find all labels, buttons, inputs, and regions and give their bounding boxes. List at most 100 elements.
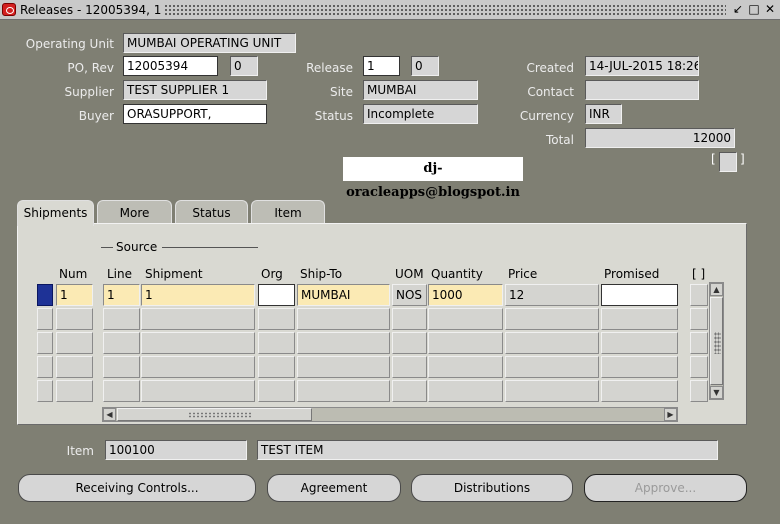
minimize-icon[interactable]: ↙ <box>731 2 745 17</box>
cell-uom[interactable] <box>392 380 427 402</box>
cell-shipment[interactable] <box>141 356 255 378</box>
cell-price[interactable] <box>505 332 599 354</box>
status-field[interactable]: Incomplete <box>363 104 478 124</box>
release-revision-field[interactable]: 0 <box>411 56 439 76</box>
cell-uom[interactable] <box>392 308 427 330</box>
cell-shipment[interactable]: 1 <box>141 284 255 306</box>
cell-price[interactable]: 12 <box>505 284 599 306</box>
cell-flex[interactable] <box>690 284 708 306</box>
cell-promised[interactable] <box>601 356 678 378</box>
cell-org[interactable] <box>258 284 295 306</box>
cell-line[interactable] <box>103 380 140 402</box>
po-rev-label: PO, Rev <box>67 61 114 75</box>
cell-line[interactable] <box>103 308 140 330</box>
cell-ship-to[interactable] <box>297 356 390 378</box>
vertical-scroll-thumb[interactable] <box>710 297 723 385</box>
agreement-button[interactable]: Agreement <box>267 474 401 502</box>
approve-button[interactable]: Approve... <box>584 474 747 502</box>
cell-shipment[interactable] <box>141 380 255 402</box>
cell-flex[interactable] <box>690 380 708 402</box>
cell-org[interactable] <box>258 308 295 330</box>
scroll-left-icon[interactable]: ◀ <box>103 408 116 421</box>
receiving-controls-button[interactable]: Receiving Controls... <box>18 474 256 502</box>
cell-ship-to[interactable] <box>297 308 390 330</box>
total-label: Total <box>545 133 574 147</box>
cell-quantity[interactable] <box>428 332 503 354</box>
scroll-down-icon[interactable]: ▼ <box>710 386 723 399</box>
cell-price[interactable] <box>505 356 599 378</box>
row-selector[interactable] <box>37 332 53 354</box>
cell-num[interactable]: 1 <box>56 284 93 306</box>
row-selector[interactable] <box>37 356 53 378</box>
site-field[interactable]: MUMBAI <box>363 80 478 100</box>
cell-flex[interactable] <box>690 308 708 330</box>
col-header-uom: UOM <box>395 267 424 281</box>
cell-flex[interactable] <box>690 332 708 354</box>
tab-status[interactable]: Status <box>175 200 248 224</box>
cell-line[interactable]: 1 <box>103 284 140 306</box>
distributions-button[interactable]: Distributions <box>411 474 573 502</box>
cell-num[interactable] <box>56 332 93 354</box>
window-title: Releases - 12005394, 1 <box>20 3 166 17</box>
cell-quantity[interactable]: 1000 <box>428 284 503 306</box>
cell-num[interactable] <box>56 380 93 402</box>
release-label: Release <box>306 61 353 75</box>
cell-promised[interactable] <box>601 308 678 330</box>
cell-org[interactable] <box>258 332 295 354</box>
cell-uom[interactable] <box>392 332 427 354</box>
cell-quantity[interactable] <box>428 356 503 378</box>
close-icon[interactable]: ✕ <box>763 2 777 17</box>
header-flex-field[interactable] <box>719 152 737 172</box>
cell-price[interactable] <box>505 380 599 402</box>
cell-promised[interactable] <box>601 284 678 306</box>
operating-unit-field[interactable]: MUMBAI OPERATING UNIT <box>123 33 296 53</box>
cell-promised[interactable] <box>601 332 678 354</box>
row-selector[interactable] <box>37 284 53 306</box>
release-number-field[interactable]: 1 <box>363 56 400 76</box>
vertical-scrollbar[interactable]: ▲ ▼ <box>709 282 724 400</box>
scroll-right-icon[interactable]: ▶ <box>664 408 677 421</box>
created-field[interactable]: 14-JUL-2015 18:26: <box>585 56 699 76</box>
buyer-field[interactable]: ORASUPPORT, <box>123 104 267 124</box>
cell-num[interactable] <box>56 308 93 330</box>
cell-ship-to[interactable] <box>297 332 390 354</box>
cell-shipment[interactable] <box>141 308 255 330</box>
total-field[interactable]: 12000 <box>585 128 735 148</box>
contact-field[interactable] <box>585 80 699 100</box>
cell-line[interactable] <box>103 356 140 378</box>
cell-num[interactable] <box>56 356 93 378</box>
receiving-controls-label: Receiving Controls... <box>75 481 199 495</box>
cell-promised[interactable] <box>601 380 678 402</box>
item-code-field[interactable]: 100100 <box>105 440 247 460</box>
po-revision-field[interactable]: 0 <box>230 56 258 76</box>
cell-uom[interactable]: NOS <box>392 284 427 306</box>
cell-price[interactable] <box>505 308 599 330</box>
col-header-price: Price <box>508 267 538 281</box>
horizontal-scrollbar[interactable]: ◀ ▶ <box>102 407 678 422</box>
cell-org[interactable] <box>258 380 295 402</box>
cell-line[interactable] <box>103 332 140 354</box>
contact-label: Contact <box>527 85 574 99</box>
cell-ship-to[interactable] <box>297 380 390 402</box>
po-number-field[interactable]: 12005394 <box>123 56 218 76</box>
cell-ship-to[interactable]: MUMBAI <box>297 284 390 306</box>
title-bar-grip[interactable] <box>160 4 726 15</box>
col-header-org: Org <box>261 267 283 281</box>
horizontal-scroll-thumb[interactable] <box>117 408 312 421</box>
currency-field[interactable]: INR <box>585 104 622 124</box>
cell-quantity[interactable] <box>428 380 503 402</box>
cell-org[interactable] <box>258 356 295 378</box>
item-description-field[interactable]: TEST ITEM <box>257 440 718 460</box>
row-selector[interactable] <box>37 308 53 330</box>
maximize-icon[interactable]: □ <box>747 2 761 17</box>
scroll-up-icon[interactable]: ▲ <box>710 283 723 296</box>
cell-quantity[interactable] <box>428 308 503 330</box>
cell-uom[interactable] <box>392 356 427 378</box>
row-selector[interactable] <box>37 380 53 402</box>
tab-shipments[interactable]: Shipments <box>17 200 94 226</box>
tab-more[interactable]: More <box>97 200 172 224</box>
cell-shipment[interactable] <box>141 332 255 354</box>
cell-flex[interactable] <box>690 356 708 378</box>
supplier-field[interactable]: TEST SUPPLIER 1 <box>123 80 267 100</box>
tab-item[interactable]: Item <box>251 200 325 224</box>
